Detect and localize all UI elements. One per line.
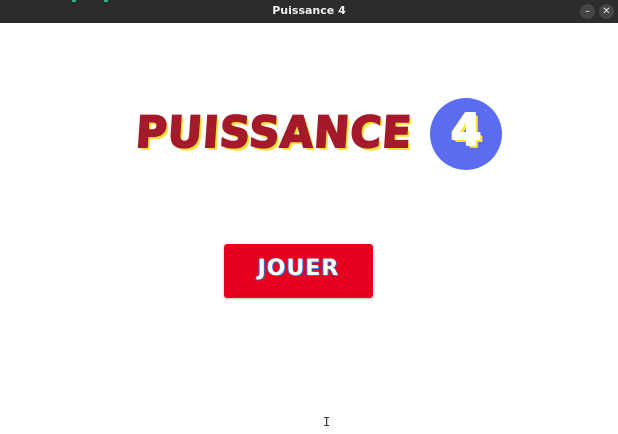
logo-word: PUISSANCE [133,107,414,159]
play-button[interactable]: JOUER [224,244,373,298]
minimize-icon: – [585,6,590,17]
tab-indicator [72,0,76,2]
game-logo: PUISSANCE 4 [133,98,504,173]
play-button-label: JOUER [257,256,340,281]
window-title: Puissance 4 [272,4,346,17]
app-window: Puissance 4 – ✕ PUISSANCE 4 JOUER I [0,0,618,434]
tab-indicator [104,0,108,2]
text-cursor-icon: I [323,415,331,429]
game-menu: PUISSANCE 4 JOUER I [0,23,618,434]
logo-digit: 4 [450,104,483,157]
title-bar[interactable]: Puissance 4 – ✕ [0,0,618,24]
logo-badge: 4 [430,98,502,170]
close-icon: ✕ [602,6,611,17]
minimize-button[interactable]: – [580,4,595,19]
close-button[interactable]: ✕ [599,4,614,19]
